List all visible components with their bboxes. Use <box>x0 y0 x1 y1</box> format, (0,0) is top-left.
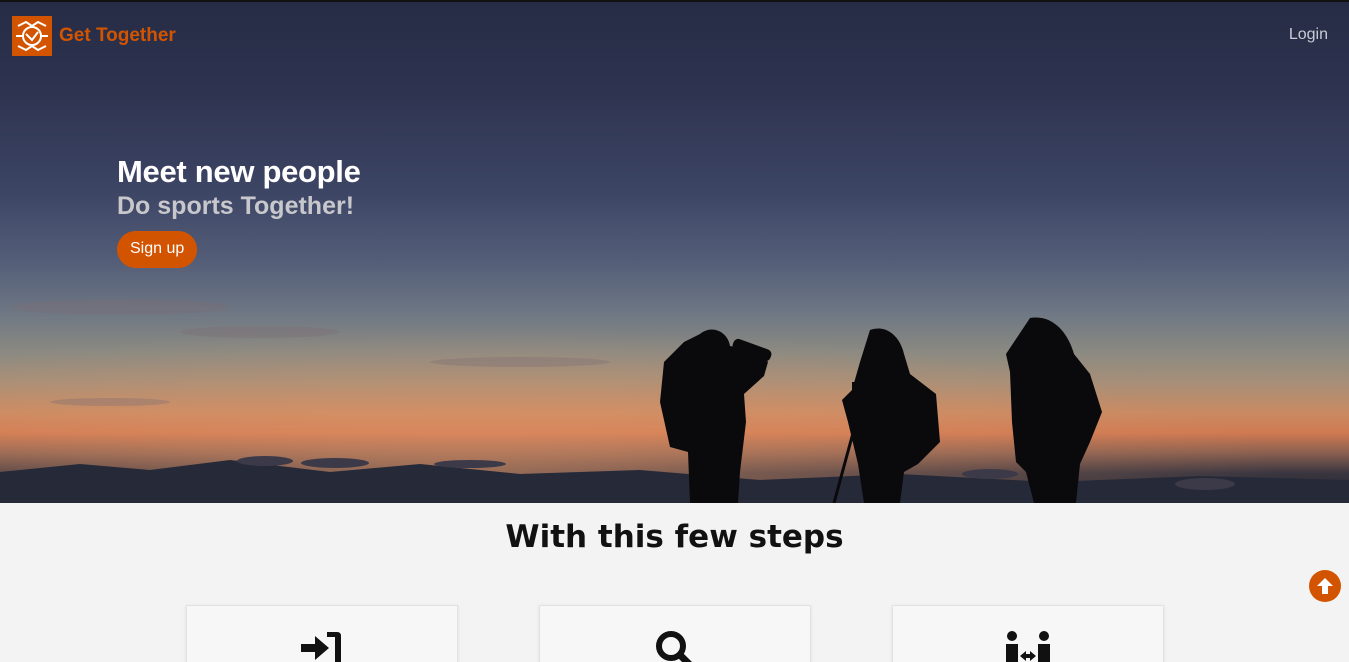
login-link[interactable]: Login <box>1289 26 1328 44</box>
hero-section: Get Together Login Meet new people Do sp… <box>0 2 1349 503</box>
signup-button[interactable]: Sign up <box>117 231 198 268</box>
hero-text: Meet new people Do sports Together! Sign… <box>117 154 361 268</box>
steps-title: With this few steps <box>505 519 844 555</box>
people-exchange-icon <box>1006 631 1050 662</box>
brand[interactable]: Get Together <box>12 16 176 56</box>
step-card-signin <box>186 605 458 662</box>
step-card-search <box>539 605 811 662</box>
step-card-meet <box>892 605 1164 662</box>
hero-subline: Do sports Together! <box>117 192 355 220</box>
hero-headline: Meet new people <box>117 154 361 189</box>
search-icon <box>656 631 692 662</box>
arrow-up-icon <box>1317 578 1333 594</box>
sign-in-icon <box>301 632 341 662</box>
handshake-logo-icon <box>12 16 52 56</box>
brand-name: Get Together <box>59 25 176 46</box>
scroll-to-top-button[interactable] <box>1309 570 1341 602</box>
